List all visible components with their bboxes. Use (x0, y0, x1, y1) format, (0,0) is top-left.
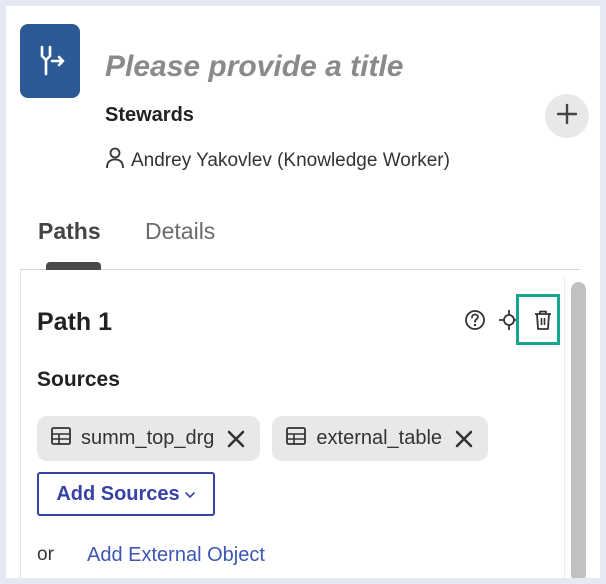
merge-path-icon (20, 24, 80, 98)
user-icon (105, 147, 125, 175)
trash-highlight-box (516, 294, 560, 345)
active-tab-indicator (46, 262, 101, 270)
add-sources-label: Add Sources (56, 482, 180, 505)
steward-name: Andrey Yakovlev (Knowledge Worker) (131, 150, 450, 171)
help-icon[interactable] (463, 308, 487, 332)
steward-entry[interactable]: Andrey Yakovlev (Knowledge Worker) (105, 147, 450, 175)
path-card: Path 1 Sources summ_top_drg external_tab… (20, 270, 565, 578)
title-placeholder[interactable]: Please provide a title (105, 50, 403, 84)
plus-icon (556, 103, 578, 130)
source-chips: summ_top_drg external_table (37, 416, 489, 461)
table-icon (51, 426, 71, 451)
tab-bar: Paths Details (20, 206, 580, 270)
source-chip[interactable]: external_table (272, 416, 489, 461)
path-title: Path 1 (37, 308, 113, 336)
remove-icon[interactable] (224, 427, 248, 451)
panel: Please provide a title Stewards Andrey Y… (6, 6, 600, 578)
scrollbar[interactable] (564, 276, 592, 578)
stewards-label: Stewards (105, 104, 194, 126)
chevron-down-icon (184, 483, 196, 506)
add-steward-button[interactable] (545, 94, 589, 138)
source-chip-label: external_table (316, 427, 443, 449)
tab-details[interactable]: Details (145, 218, 215, 245)
or-label: or (37, 544, 54, 565)
sources-label: Sources (37, 368, 120, 391)
scrollbar-thumb[interactable] (571, 282, 586, 578)
tab-paths[interactable]: Paths (38, 218, 101, 245)
remove-icon[interactable] (452, 427, 476, 451)
source-chip-label: summ_top_drg (81, 427, 215, 449)
add-sources-button[interactable]: Add Sources (37, 472, 215, 516)
add-external-object-link[interactable]: Add External Object (87, 544, 265, 567)
table-icon (286, 426, 307, 451)
source-chip[interactable]: summ_top_drg (37, 416, 261, 461)
